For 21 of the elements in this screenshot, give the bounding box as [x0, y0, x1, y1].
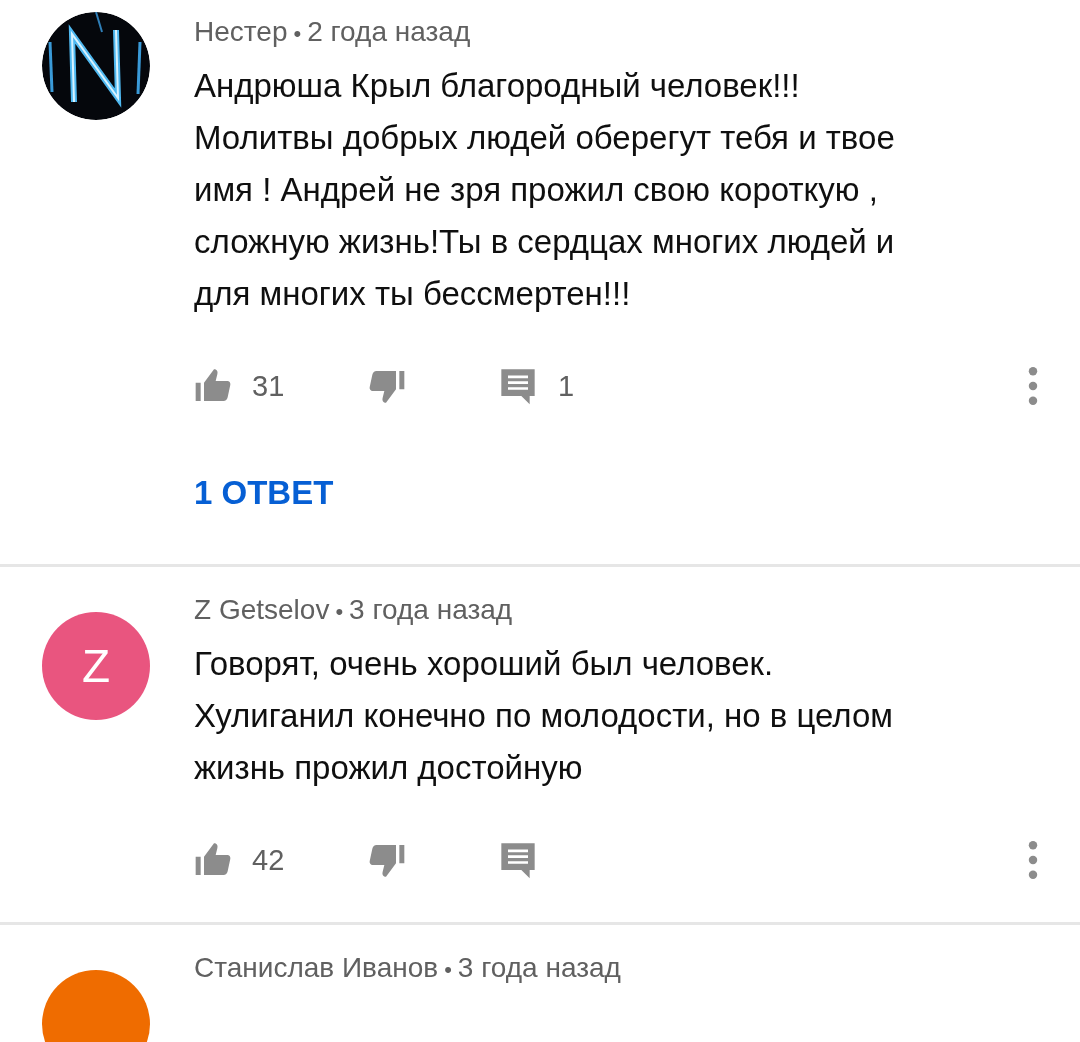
comment-icon[interactable] [498, 366, 538, 406]
comment-icon[interactable] [498, 840, 538, 880]
reply-count: 1 [558, 369, 575, 403]
comment-time: 3 года назад [349, 594, 513, 625]
author-name[interactable]: Станислав Иванов [194, 952, 439, 983]
like-count: 42 [252, 843, 285, 877]
avatar-letter: Z [81, 639, 111, 693]
comment-text: Говорят, очень хороший был человек. Хулиганил конечно по молодости, но в целом жизнь прожил достойную [194, 644, 894, 788]
more-options-icon[interactable] [1028, 367, 1038, 405]
like-count: 31 [252, 369, 285, 403]
comment-time: 3 года назад [457, 952, 621, 983]
author-name[interactable]: Нестер [194, 16, 288, 47]
author-name[interactable]: Z Getselov [194, 594, 330, 625]
separator-dot: • [293, 21, 302, 46]
replies-link[interactable]: 1 ОТВЕТ [194, 474, 334, 512]
more-options-icon[interactable] [1028, 841, 1038, 879]
separator-dot: • [335, 599, 344, 624]
separator-dot: • [444, 957, 452, 982]
comment-time: 2 года назад [307, 16, 471, 47]
comment-text: Андрюша Крыл благородный человек!!! Молитвы добрых людей оберегут тебя и твое имя ! Андрей не зря прожил свою короткую , сложную жизнь!Ты в сердцах многих людей и для многих ты бессмертен!!! [194, 66, 896, 314]
avatar[interactable]: Z [42, 612, 150, 720]
